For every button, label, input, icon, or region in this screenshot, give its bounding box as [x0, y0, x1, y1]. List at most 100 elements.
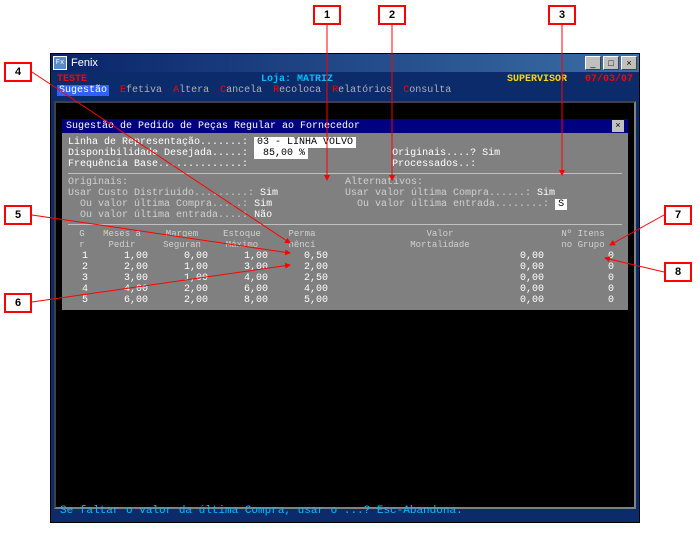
cell: 2,50: [272, 273, 332, 284]
panel-close-button[interactable]: ×: [612, 120, 624, 132]
disp-value[interactable]: 85,00 %: [254, 148, 308, 159]
orig-ult-entr-label: Ou valor última entrada....:: [80, 210, 248, 221]
callout-1: 1: [313, 5, 341, 25]
menu-item-elatórios[interactable]: Relatórios: [332, 85, 392, 96]
cell: 1,00: [152, 262, 212, 273]
cell: 2,00: [152, 295, 212, 306]
linha-row: Linha de Representação.......: 03 - LINH…: [68, 137, 622, 148]
callout-6: 6: [4, 293, 32, 313]
minimize-button[interactable]: _: [585, 56, 601, 70]
cell: 0: [548, 262, 618, 273]
cell: 0,00: [332, 251, 548, 262]
orig-label: Originais....?: [392, 148, 476, 159]
proc-label: Processados..:: [392, 159, 476, 170]
linha-label: Linha de Representação.......:: [68, 137, 248, 148]
cell: 0,50: [272, 251, 332, 262]
app-icon: Fx: [53, 56, 67, 70]
content-area: Sugestão de Pedido de Peças Regular ao F…: [54, 101, 636, 509]
orig-usar-custo-label: Usar Custo Distriuido.........:: [68, 188, 254, 199]
statusbar: Se faltar o valor da última Compra, usar…: [54, 503, 636, 519]
cell: 3,00: [92, 273, 152, 284]
cell: 4,00: [272, 284, 332, 295]
orig-ult-compra-value[interactable]: Sim: [254, 199, 272, 210]
table-row: 11,000,001,000,500,000: [68, 251, 622, 262]
panel: Sugestão de Pedido de Peças Regular ao F…: [62, 119, 628, 310]
maximize-button[interactable]: □: [603, 56, 619, 70]
data-table: Gr Meses aPedir MargemSeguran EstoqueMáx…: [68, 229, 622, 306]
callout-7: 7: [664, 205, 692, 225]
menu-item-ancela[interactable]: Cancela: [220, 85, 262, 96]
disp-row: Disponibilidade Desejada.....: 85,00 % O…: [68, 148, 622, 159]
titlebar: Fx Fenix _ □ ×: [51, 54, 639, 72]
callout-2: 2: [378, 5, 406, 25]
date-label: 07/03/07: [585, 74, 633, 85]
cell: 0: [548, 273, 618, 284]
section-originais: Originais:: [68, 177, 345, 188]
divider-2: [68, 224, 622, 225]
table-row: 56,002,008,005,000,000: [68, 295, 622, 306]
callout-8: 8: [664, 262, 692, 282]
cell: 2,00: [272, 262, 332, 273]
cell: 1: [72, 251, 92, 262]
panel-titlebar: Sugestão de Pedido de Peças Regular ao F…: [62, 119, 628, 133]
orig-ult-entr-value[interactable]: Não: [254, 210, 272, 221]
disp-label: Disponibilidade Desejada.....:: [68, 148, 248, 159]
col-meses: Meses aPedir: [92, 229, 152, 251]
loja-label: Loja: MATRIZ: [261, 74, 333, 85]
cell: 0: [548, 251, 618, 262]
linha-value[interactable]: 03 - LINHA VOLVO: [254, 137, 356, 148]
menu-item-ecoloca[interactable]: Recoloca: [273, 85, 321, 96]
cell: 6,00: [212, 284, 272, 295]
cell: 2: [72, 262, 92, 273]
callout-3: 3: [548, 5, 576, 25]
col-margem: MargemSeguran: [152, 229, 212, 251]
main-menu: Sugestão Efetiva Altera Cancela Recoloca Rela…: [51, 85, 639, 98]
col-itens: Nº Itensno Grupo: [548, 229, 618, 251]
cell: 4: [72, 284, 92, 295]
col-perman: Permanênci: [272, 229, 332, 251]
menu-item-ltera[interactable]: Altera: [173, 85, 209, 96]
table-row: 33,001,004,002,500,000: [68, 273, 622, 284]
cell: 3: [72, 273, 92, 284]
cell: 6,00: [92, 295, 152, 306]
alt-ult-entr-label: Ou valor última entrada........:: [357, 199, 549, 210]
section-alternativos: Alternativos:: [345, 177, 622, 188]
close-button[interactable]: ×: [621, 56, 637, 70]
cell: 4,00: [212, 273, 272, 284]
cell: 0: [548, 284, 618, 295]
cell: 2,00: [92, 262, 152, 273]
callout-5: 5: [4, 205, 32, 225]
col-valor: ValorMortalidade: [332, 229, 548, 251]
panel-title-text: Sugestão de Pedido de Peças Regular ao F…: [66, 121, 360, 132]
col-gr: Gr: [72, 229, 92, 251]
cell: 0,00: [152, 251, 212, 262]
cell: 0,00: [332, 262, 548, 273]
menu-item-onsulta[interactable]: Consulta: [403, 85, 451, 96]
app-window: Fx Fenix _ □ × TESTE Loja: MATRIZ SUPERV…: [50, 53, 640, 523]
menu-item-ugestão[interactable]: Sugestão: [57, 85, 109, 96]
orig-usar-custo-value[interactable]: Sim: [260, 188, 278, 199]
cell: 1,00: [212, 251, 272, 262]
cell: 1,00: [152, 273, 212, 284]
freq-label: Frequência Base..............:: [68, 159, 248, 170]
cell: 5,00: [272, 295, 332, 306]
cell: 0,00: [332, 284, 548, 295]
table-row: 22,001,003,002,000,000: [68, 262, 622, 273]
col-estoque: EstoqueMáximo: [212, 229, 272, 251]
orig-value: Sim: [482, 148, 500, 159]
cell: 5: [72, 295, 92, 306]
callout-4: 4: [4, 62, 32, 82]
alt-ult-compra-value[interactable]: Sim: [537, 188, 555, 199]
header-row: TESTE Loja: MATRIZ SUPERVISOR 07/03/07: [51, 72, 639, 85]
table-header: Gr Meses aPedir MargemSeguran EstoqueMáx…: [68, 229, 622, 251]
alt-ult-entr-value[interactable]: S: [555, 199, 567, 210]
teste-label: TESTE: [57, 74, 87, 85]
freq-row: Frequência Base..............: Processad…: [68, 159, 622, 170]
window-title: Fenix: [71, 57, 585, 69]
cell: 1,00: [92, 251, 152, 262]
menu-item-fetiva[interactable]: Efetiva: [120, 85, 162, 96]
orig-ult-compra-label: Ou valor última Compra.....:: [80, 199, 248, 210]
alt-ult-compra-label: Usar valor última Compra......:: [345, 188, 531, 199]
table-row: 44,002,006,004,000,000: [68, 284, 622, 295]
supervisor-label: SUPERVISOR: [507, 74, 567, 85]
